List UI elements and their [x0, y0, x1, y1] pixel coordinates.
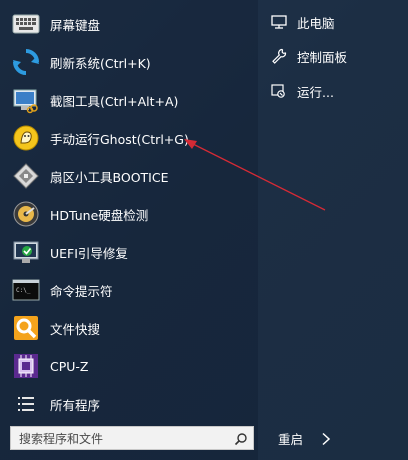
app-label: 文件快搜: [50, 321, 101, 337]
app-label: CPU-Z: [50, 358, 89, 374]
file-search-icon: [11, 313, 41, 343]
search-box[interactable]: [10, 426, 254, 450]
right-item-run[interactable]: 运行...: [270, 79, 334, 103]
app-label: HDTune硬盘检测: [50, 207, 149, 223]
right-item-this-pc[interactable]: 此电脑: [270, 10, 335, 34]
app-item-bootice[interactable]: 扇区小工具BOOTICE: [0, 158, 258, 194]
app-label: 命令提示符: [50, 283, 113, 299]
wrench-icon: [270, 47, 288, 65]
all-programs-item[interactable]: 所有程序: [0, 386, 258, 422]
bootice-icon: [11, 161, 41, 191]
app-label: 手动运行Ghost(Ctrl+G): [50, 131, 189, 147]
refresh-icon: [11, 47, 41, 77]
app-item-file-search[interactable]: 文件快搜: [0, 310, 258, 346]
cpuz-icon: [11, 351, 41, 381]
uefi-icon: [11, 237, 41, 267]
cmd-icon: C:\_: [11, 275, 41, 305]
all-programs-label: 所有程序: [50, 397, 101, 413]
right-pane: [258, 0, 408, 460]
power-button[interactable]: 重启: [278, 428, 331, 448]
run-icon: [270, 82, 288, 100]
search-icon[interactable]: [234, 431, 248, 446]
svg-text:C:\_: C:\_: [16, 287, 31, 294]
right-item-label: 此电脑: [297, 15, 335, 31]
ghost-icon: [11, 123, 41, 153]
search-input[interactable]: [17, 429, 231, 449]
right-item-control-panel[interactable]: 控制面板: [270, 44, 347, 68]
app-label: 屏幕键盘: [50, 17, 101, 33]
screenshot-icon: [11, 85, 41, 115]
app-item-run-ghost[interactable]: 手动运行Ghost(Ctrl+G): [0, 120, 258, 156]
computer-icon: [270, 13, 288, 31]
right-item-label: 运行...: [297, 84, 334, 100]
app-item-command-prompt[interactable]: C:\_ 命令提示符: [0, 272, 258, 308]
right-item-label: 控制面板: [297, 49, 348, 65]
power-label: 重启: [278, 431, 304, 447]
app-item-screenshot-tool[interactable]: 截图工具(Ctrl+Alt+A): [0, 82, 258, 118]
list-icon: [11, 389, 41, 419]
hdtune-icon: [11, 199, 41, 229]
app-item-onscreen-keyboard[interactable]: 屏幕键盘: [0, 6, 258, 42]
app-item-cpu-z[interactable]: CPU-Z: [0, 348, 258, 384]
app-item-refresh-system[interactable]: 刷新系统(Ctrl+K): [0, 44, 258, 80]
chevron-right-icon[interactable]: [321, 431, 331, 446]
app-item-hdtune[interactable]: HDTune硬盘检测: [0, 196, 258, 232]
app-label: 截图工具(Ctrl+Alt+A): [50, 93, 179, 109]
app-label: 扇区小工具BOOTICE: [50, 169, 169, 185]
app-label: 刷新系统(Ctrl+K): [50, 55, 151, 71]
app-label: UEFI引导修复: [50, 245, 128, 261]
keyboard-icon: [11, 9, 41, 39]
app-item-uefi-repair[interactable]: UEFI引导修复: [0, 234, 258, 270]
